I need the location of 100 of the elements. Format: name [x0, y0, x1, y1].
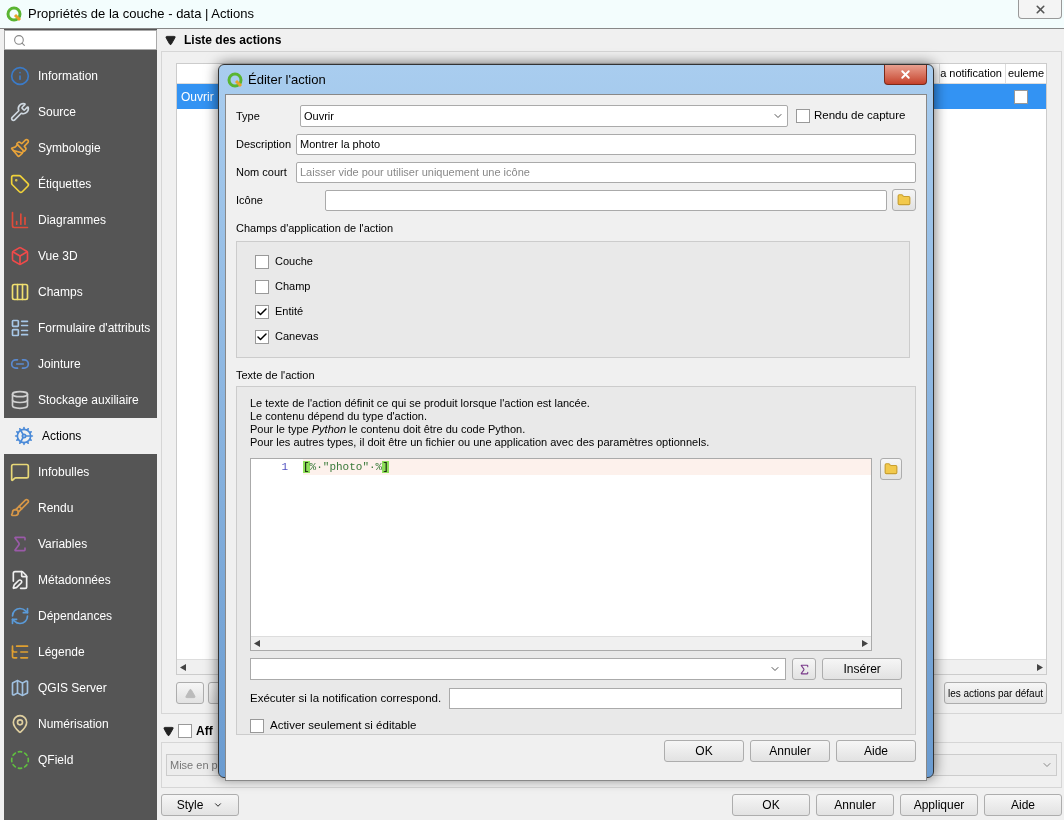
- line-number: 1: [281, 460, 288, 475]
- checkbox[interactable]: [1014, 89, 1028, 104]
- browse-button[interactable]: [892, 189, 916, 211]
- sidebar-item[interactable]: QGIS Server: [4, 670, 157, 706]
- dialog-button[interactable]: Aide: [836, 740, 916, 763]
- checkbox-label: Entité: [275, 304, 304, 320]
- sidebar-item[interactable]: QField: [4, 742, 157, 778]
- default-actions-button[interactable]: les actions par défaut: [943, 682, 1047, 704]
- sidebar-item[interactable]: Dépendances: [4, 598, 157, 634]
- brush-icon: [10, 498, 30, 518]
- footer-button[interactable]: Appliquer: [900, 793, 978, 816]
- dialog-title: Éditer l'action: [248, 70, 326, 89]
- scroll-left-icon[interactable]: [254, 640, 260, 647]
- help-text: Le contenu dépend du type d'action.: [250, 410, 429, 423]
- collapse-arrow-icon[interactable]: [165, 34, 176, 46]
- footer-button[interactable]: OK: [732, 793, 810, 816]
- column-header[interactable]: a notification: [939, 64, 1005, 83]
- help-text: Pour les autres types, il doit être un fichier ou une application avec des paramètres optionnels.: [250, 436, 711, 449]
- footer-button[interactable]: Aide: [984, 793, 1062, 816]
- refresh-icon: [10, 606, 30, 626]
- document-icon: [10, 570, 30, 590]
- folder-icon: [897, 193, 911, 207]
- checkbox[interactable]: [250, 718, 264, 733]
- section-title: Champs d'application de l'action: [236, 221, 395, 236]
- column-header[interactable]: euleme: [1004, 64, 1046, 83]
- checkbox-label: Activer seulement si éditable: [270, 718, 417, 733]
- section-title: Texte de l'action: [236, 367, 316, 383]
- sidebar-item[interactable]: Champs: [4, 274, 157, 310]
- close-icon: [899, 68, 912, 81]
- sidebar-item[interactable]: Jointure: [4, 346, 157, 382]
- sidebar-item[interactable]: Actions: [4, 418, 157, 454]
- speech-bubble-icon: [10, 462, 30, 482]
- type-combo-box[interactable]: Ouvrir: [300, 105, 788, 127]
- table-cell-text: Ouvrir: [180, 88, 214, 106]
- sidebar-item[interactable]: Information: [4, 58, 157, 94]
- scroll-left-icon[interactable]: [180, 663, 186, 671]
- bar-chart-icon: [10, 210, 30, 230]
- triangle-icon: [184, 687, 196, 699]
- checkbox-label: Rendu de capture: [814, 108, 906, 124]
- browse-button[interactable]: [880, 458, 902, 480]
- sidebar-item[interactable]: Symbologie: [4, 130, 157, 166]
- help-text: Pour le type Python le contenu doit être du code Python.: [250, 423, 527, 436]
- legend-icon: [10, 642, 30, 662]
- style-button[interactable]: Style: [161, 793, 239, 816]
- scroll-right-icon[interactable]: [1037, 663, 1043, 671]
- insert-button[interactable]: Insérer: [822, 658, 902, 680]
- window-title: Propriétés de la couche - data | Actions: [28, 5, 254, 24]
- sidebar-item[interactable]: Numérisation: [4, 706, 157, 742]
- cube-icon: [10, 246, 30, 266]
- sidebar-item[interactable]: Métadonnées: [4, 562, 157, 598]
- field-label: Description: [236, 136, 293, 152]
- form-icon: [10, 318, 30, 338]
- field-label: Nom court: [236, 164, 288, 180]
- field-label: Icône: [236, 192, 264, 208]
- database-icon: [10, 390, 30, 410]
- description-field[interactable]: Montrer la photo: [296, 133, 916, 155]
- sidebar-item[interactable]: Vue 3D: [4, 238, 157, 274]
- move-up-button[interactable]: [176, 682, 204, 704]
- info-icon: [10, 66, 30, 86]
- sidebar-item[interactable]: Légende: [4, 634, 157, 670]
- expression-combo-box[interactable]: [250, 658, 787, 680]
- scroll-right-icon[interactable]: [862, 640, 869, 647]
- columns-icon: [10, 282, 30, 302]
- close-icon: [1033, 2, 1047, 16]
- checkbox[interactable]: [255, 329, 269, 344]
- dialog-button[interactable]: Annuler: [750, 740, 830, 763]
- ring-icon: [10, 750, 30, 770]
- checkbox[interactable]: [796, 109, 810, 123]
- sidebar-item[interactable]: Formulaire d'attributs: [4, 310, 157, 346]
- section-title: Liste des actions: [184, 32, 282, 49]
- sidebar-item[interactable]: Stockage auxiliaire: [4, 382, 157, 418]
- checkbox[interactable]: [255, 304, 269, 319]
- gear-icon: [14, 426, 34, 446]
- field-label: Exécuter si la notification correspond.: [250, 690, 442, 706]
- checkbox-label: Canevas: [275, 329, 319, 345]
- tag-icon: [10, 174, 30, 194]
- sidebar-item[interactable]: Étiquettes: [4, 166, 157, 202]
- checkbox[interactable]: [255, 254, 269, 269]
- footer-button[interactable]: Annuler: [816, 793, 894, 816]
- map-icon: [10, 678, 30, 698]
- horizontal-scrollbar[interactable]: [251, 636, 872, 650]
- expression-button[interactable]: [792, 658, 817, 680]
- checkbox[interactable]: [178, 724, 192, 738]
- checkbox-label: Couche: [275, 254, 313, 270]
- field-label: Type: [236, 108, 261, 124]
- sidebar-item[interactable]: Rendu: [4, 490, 157, 526]
- short-name-field[interactable]: Laisser vide pour utiliser uniquement une icône: [296, 161, 916, 183]
- dialog-button[interactable]: OK: [664, 740, 744, 763]
- search-field[interactable]: [4, 30, 157, 50]
- collapse-arrow-icon[interactable]: [163, 725, 174, 737]
- sidebar-item[interactable]: Infobulles: [4, 454, 157, 490]
- notification-field[interactable]: [449, 688, 902, 709]
- checkbox[interactable]: [255, 279, 269, 294]
- icon-path-field[interactable]: [325, 189, 887, 211]
- sidebar-item[interactable]: Source: [4, 94, 157, 130]
- section-title: Aff: [196, 723, 213, 740]
- sidebar-item[interactable]: Diagrammes: [4, 202, 157, 238]
- close-button[interactable]: [884, 65, 927, 85]
- checkbox-label: Champ: [275, 279, 311, 295]
- sidebar-item[interactable]: Variables: [4, 526, 157, 562]
